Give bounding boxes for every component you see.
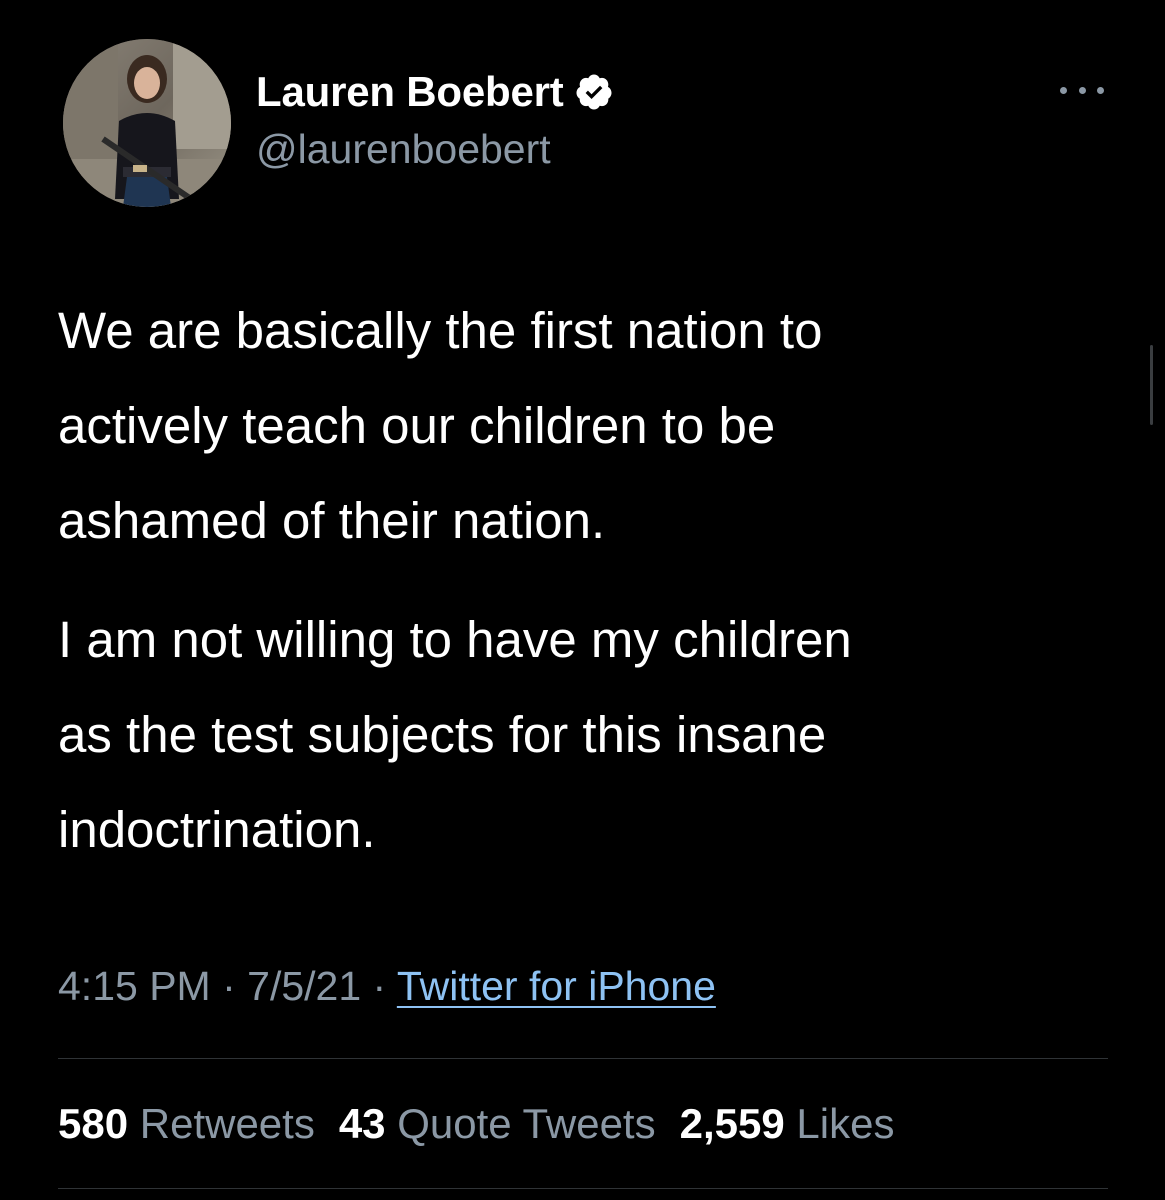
- scrollbar[interactable]: [1150, 345, 1153, 425]
- tweet-text-line: I am not willing to have my children: [58, 611, 852, 668]
- meta-separator: ·: [361, 963, 397, 1009]
- tweet-detail: Lauren Boebert @laurenboebert We are bas…: [0, 0, 1165, 1200]
- retweets-count: 580: [58, 1100, 129, 1147]
- tweet-text-paragraph-2: I am not willing to have my children as …: [58, 592, 1128, 877]
- more-options-icon[interactable]: [1060, 80, 1104, 100]
- avatar[interactable]: [63, 39, 231, 207]
- tweet-text-line: indoctrination.: [58, 801, 376, 858]
- likes-label: Likes: [796, 1100, 895, 1147]
- tweet-text-line: ashamed of their nation.: [58, 492, 606, 549]
- verified-badge-icon: [576, 74, 612, 110]
- tweet-text-line: We are basically the first nation to: [58, 302, 823, 359]
- avatar-photo: [63, 39, 231, 207]
- likes-stat[interactable]: 2,559 Likes: [680, 1100, 895, 1148]
- divider: [58, 1188, 1108, 1189]
- tweet-time[interactable]: 4:15 PM: [58, 963, 211, 1009]
- quote-tweets-label: Quote Tweets: [397, 1100, 656, 1147]
- retweets-label: Retweets: [139, 1100, 315, 1147]
- retweets-stat[interactable]: 580 Retweets: [58, 1100, 315, 1148]
- author-name-row[interactable]: Lauren Boebert: [256, 68, 614, 116]
- likes-count: 2,559: [679, 1100, 785, 1147]
- tweet-text-line: actively teach our children to be: [58, 397, 776, 454]
- quote-tweets-stat[interactable]: 43 Quote Tweets: [339, 1100, 656, 1148]
- engagement-stats: 580 Retweets 43 Quote Tweets 2,559 Likes: [58, 1100, 894, 1148]
- divider: [58, 1058, 1108, 1059]
- quote-tweets-count: 43: [338, 1100, 386, 1147]
- tweet-meta: 4:15 PM · 7/5/21 · Twitter for iPhone: [58, 963, 716, 1010]
- tweet-date[interactable]: 7/5/21: [247, 963, 361, 1009]
- author-handle[interactable]: @laurenboebert: [256, 126, 551, 173]
- tweet-source-link[interactable]: Twitter for iPhone: [397, 963, 716, 1009]
- display-name[interactable]: Lauren Boebert: [256, 68, 564, 116]
- tweet-text-line: as the test subjects for this insane: [58, 706, 827, 763]
- tweet-text-paragraph-1: We are basically the first nation to act…: [58, 283, 1128, 568]
- meta-separator: ·: [210, 963, 248, 1009]
